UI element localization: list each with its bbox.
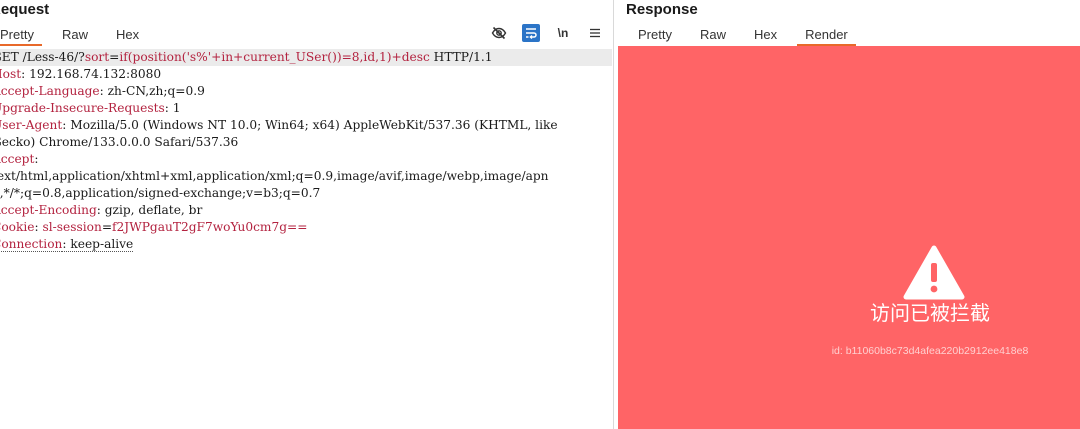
tab-hex[interactable]: Hex bbox=[746, 26, 785, 44]
response-title: Response bbox=[626, 1, 698, 18]
header-name: Cookie bbox=[0, 220, 35, 234]
header-name: sl-session bbox=[42, 220, 102, 234]
header-value: text/html,application/xhtml+xml,applicat… bbox=[0, 169, 549, 183]
header-name: Accept bbox=[0, 152, 35, 166]
newline-toggle-icon[interactable]: \n bbox=[554, 24, 572, 42]
header-value: : keep-alive bbox=[62, 237, 134, 252]
request-title: Request bbox=[0, 1, 50, 18]
eye-slash-icon[interactable] bbox=[490, 24, 508, 42]
header-name: Host bbox=[0, 67, 22, 81]
tab-raw[interactable]: Raw bbox=[692, 26, 734, 44]
header-value: g,*/*;q=0.8,application/signed-exchange;… bbox=[0, 186, 321, 200]
request-line: g,*/*;q=0.8,application/signed-exchange;… bbox=[0, 185, 612, 202]
header-name: Connection bbox=[0, 237, 63, 252]
header-value: = bbox=[101, 220, 113, 234]
request-line: Host: 192.168.74.132:8080 bbox=[0, 66, 612, 83]
warning-triangle-icon bbox=[903, 245, 965, 300]
tab-pretty[interactable]: Pretty bbox=[0, 26, 42, 46]
request-line: Gecko) Chrome/133.0.0.0 Safari/537.36 bbox=[0, 134, 612, 151]
header-value: = bbox=[109, 50, 120, 64]
request-line: Accept-Encoding: gzip, deflate, br bbox=[0, 202, 612, 219]
header-value: : zh-CN,zh;q=0.9 bbox=[99, 84, 205, 98]
newline-label: \n bbox=[557, 26, 569, 40]
request-line: Connection: keep-alive bbox=[0, 236, 612, 253]
request-tabs: Pretty Raw Hex bbox=[0, 26, 159, 46]
tab-hex[interactable]: Hex bbox=[108, 26, 147, 44]
request-toolbar: \n bbox=[490, 24, 604, 42]
header-value: : 192.168.74.132:8080 bbox=[21, 67, 162, 81]
header-name: Upgrade-Insecure-Requests bbox=[0, 101, 165, 115]
request-line: Upgrade-Insecure-Requests: 1 bbox=[0, 100, 612, 117]
request-line: Accept-Language: zh-CN,zh;q=0.9 bbox=[0, 83, 612, 100]
render-view bbox=[618, 46, 1080, 429]
header-value: Gecko) Chrome/133.0.0.0 Safari/537.36 bbox=[0, 135, 239, 149]
hamburger-menu-icon[interactable] bbox=[586, 24, 604, 42]
header-name: sort bbox=[84, 50, 110, 64]
request-line: text/html,application/xhtml+xml,applicat… bbox=[0, 168, 612, 185]
request-line: User-Agent: Mozilla/5.0 (Windows NT 10.0… bbox=[0, 117, 612, 134]
header-name: Accept-Encoding bbox=[0, 203, 97, 217]
response-pane: Response Pretty Raw Hex Render 访问已被拦截 id… bbox=[614, 0, 1080, 429]
header-value: HTTP/1.1 bbox=[429, 50, 493, 64]
header-name: if(position('s%'+in+current_USer())=8,id… bbox=[119, 50, 430, 64]
header-value: : 1 bbox=[164, 101, 181, 115]
header-name: Accept-Language bbox=[0, 84, 100, 98]
header-value: : Mozilla/5.0 (Windows NT 10.0; Win64; x… bbox=[62, 118, 558, 132]
blocked-message: 访问已被拦截 bbox=[870, 303, 990, 325]
header-value: : bbox=[34, 152, 39, 166]
tab-render[interactable]: Render bbox=[797, 26, 856, 46]
wrap-lines-icon[interactable] bbox=[522, 24, 540, 42]
header-value: : gzip, deflate, br bbox=[96, 203, 203, 217]
header-name: User-Agent bbox=[0, 118, 63, 132]
header-value: GET /Less-46/? bbox=[0, 50, 85, 64]
tab-raw[interactable]: Raw bbox=[54, 26, 96, 44]
request-line: Accept: bbox=[0, 151, 612, 168]
block-id: id: b11060b8c73d4afea220b2912ee418e8 bbox=[831, 345, 1029, 357]
header-value: f2JWPgauT2gF7woYu0cm7g== bbox=[112, 220, 308, 234]
request-editor[interactable]: GET /Less-46/?sort=if(position('s%'+in+c… bbox=[0, 49, 612, 253]
tab-pretty[interactable]: Pretty bbox=[630, 26, 680, 44]
response-tabs: Pretty Raw Hex Render bbox=[630, 26, 868, 46]
request-line: GET /Less-46/?sort=if(position('s%'+in+c… bbox=[0, 49, 612, 66]
request-pane: Request Pretty Raw Hex \n bbox=[0, 0, 612, 429]
request-line: Cookie: sl-session=f2JWPgauT2gF7woYu0cm7… bbox=[0, 219, 612, 236]
